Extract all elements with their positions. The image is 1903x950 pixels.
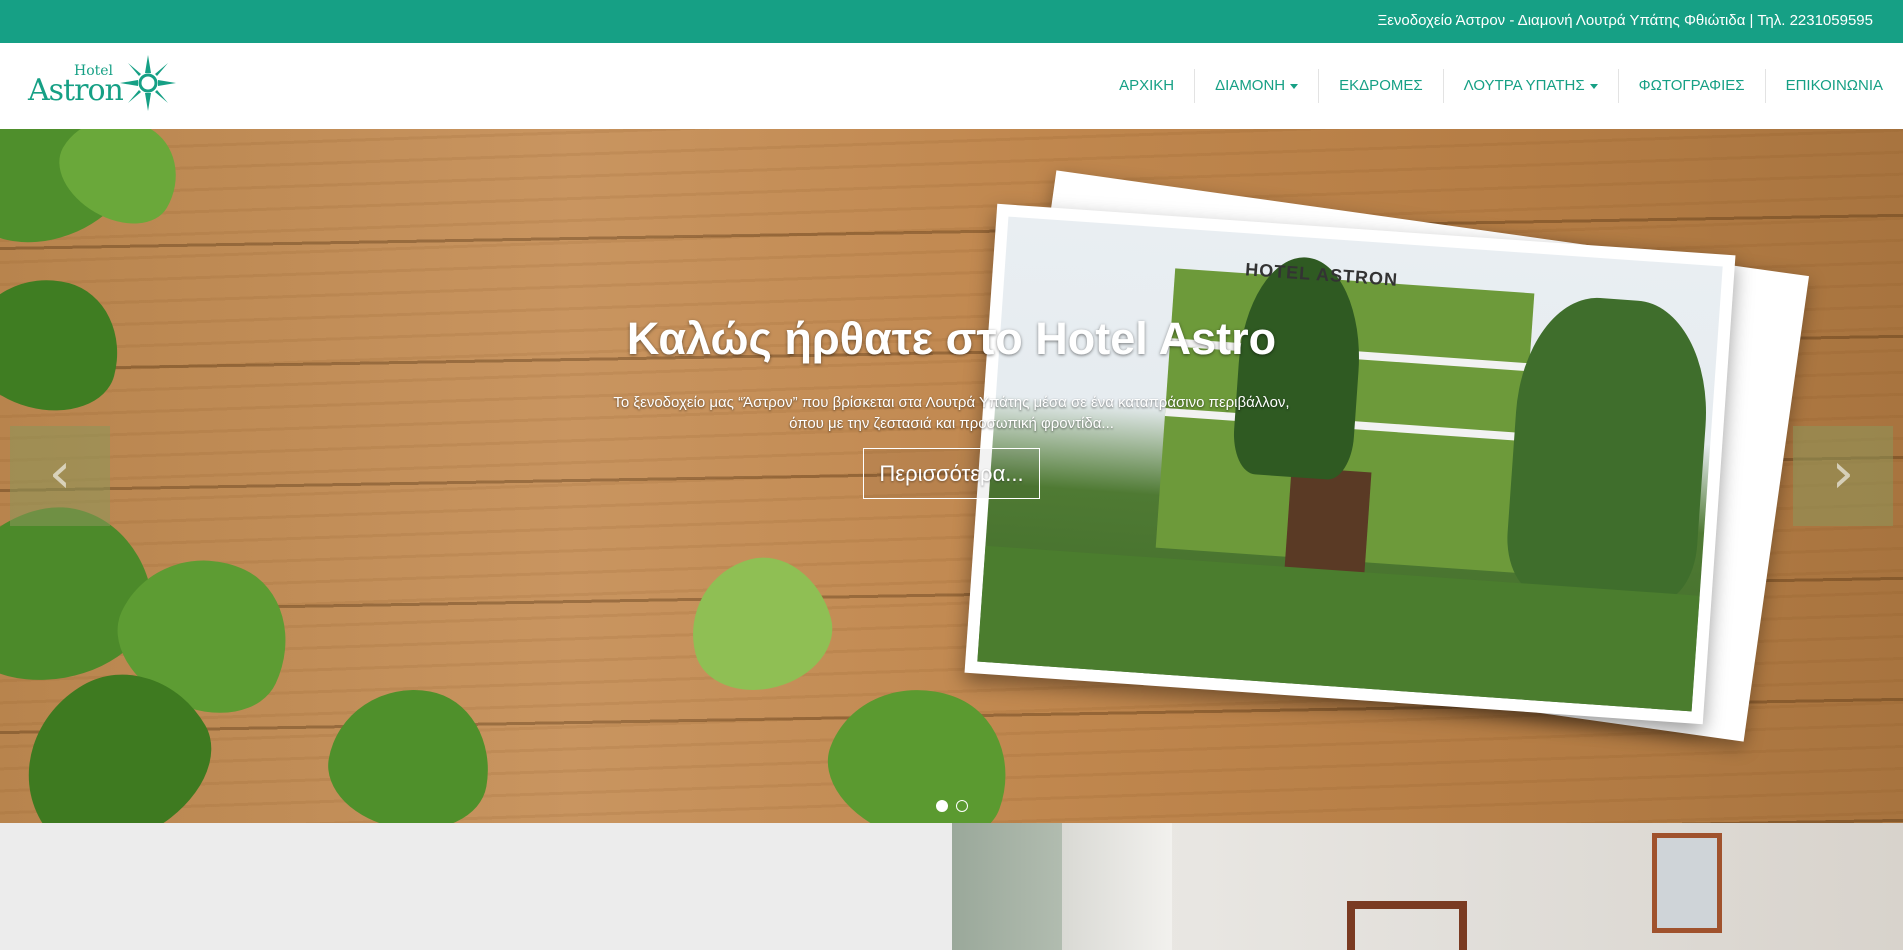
nav-item-contact[interactable]: ΕΠΙΚΟΙΝΩΝΙΑ [1764, 69, 1903, 103]
main-navbar: Hotel Astron ΑΡΧΙΚΗ ΔΙΑΜΟΝΗ ΕΚΔΡΟΜΕΣ ΛΟΥ… [0, 43, 1903, 129]
hero-title: Καλώς ήρθατε στο Hotel Astro [626, 313, 1277, 364]
nav-label: ΑΡΧΙΚΗ [1119, 77, 1175, 94]
carousel-next-button[interactable]: › [1793, 426, 1893, 526]
more-button[interactable]: Περισσότερα... [863, 448, 1040, 499]
nav-item-ypati-baths[interactable]: ΛΟΥΤΡΑ ΥΠΑΤΗΣ [1442, 69, 1618, 103]
mirror-frame [1347, 901, 1467, 950]
room-photo [952, 823, 1903, 950]
hero-carousel: HOTEL ASTRON Καλώς ήρθατε στο Hotel Astr… [0, 129, 1903, 823]
main-menu: ΑΡΧΙΚΗ ΔΙΑΜΟΝΗ ΕΚΔΡΟΜΕΣ ΛΟΥΤΡΑ ΥΠΑΤΗΣ ΦΩ… [1099, 43, 1903, 129]
hotel-photo: HOTEL ASTRON [964, 203, 1736, 725]
intro-section-left [0, 823, 952, 950]
nav-label: ΛΟΥΤΡΑ ΥΠΑΤΗΣ [1463, 77, 1585, 94]
sun-star-icon [120, 55, 176, 111]
hero-subtitle-line: Το ξενοδοχείο μας “Άστρον” που βρίσκεται… [613, 394, 1290, 411]
carousel-indicators [936, 800, 968, 812]
nav-item-stay[interactable]: ΔΙΑΜΟΝΗ [1194, 69, 1318, 103]
chevron-right-icon: › [1831, 441, 1855, 506]
nav-item-excursions[interactable]: ΕΚΔΡΟΜΕΣ [1318, 69, 1442, 103]
nav-item-photos[interactable]: ΦΩΤΟΓΡΑΦΙΕΣ [1617, 69, 1765, 103]
hero-subtitle-line: όπου με την ζεστασιά και προσωπική φροντ… [789, 415, 1114, 432]
wall-picture [1652, 833, 1722, 933]
nav-label: ΔΙΑΜΟΝΗ [1215, 77, 1286, 94]
hero-subtitle: Το ξενοδοχείο μας “Άστρον” που βρίσκεται… [600, 392, 1303, 434]
ivy-leaf [319, 676, 501, 823]
caret-down-icon [1589, 83, 1598, 89]
chevron-left-icon: ‹ [48, 441, 72, 506]
window-frame [1062, 823, 1172, 950]
ivy-leaf [675, 543, 845, 705]
carousel-dot-2[interactable] [956, 800, 968, 812]
nav-item-home[interactable]: ΑΡΧΙΚΗ [1099, 69, 1194, 103]
top-info-bar: Ξενοδοχείο Άστρον - Διαμονή Λουτρά Υπάτη… [0, 0, 1903, 43]
caret-down-icon [1290, 83, 1299, 89]
contact-info: Ξενοδοχείο Άστρον - Διαμονή Λουτρά Υπάτη… [1377, 12, 1873, 29]
ivy-leaf [809, 662, 1031, 823]
nav-label: ΕΠΙΚΟΙΝΩΝΙΑ [1785, 77, 1883, 94]
nav-label: ΕΚΔΡΟΜΕΣ [1339, 77, 1423, 94]
site-logo[interactable]: Hotel Astron [28, 53, 176, 115]
hotel-building-image: HOTEL ASTRON [977, 216, 1723, 712]
logo-astron-text: Astron [28, 73, 124, 108]
carousel-prev-button[interactable]: ‹ [10, 426, 110, 526]
nav-label: ΦΩΤΟΓΡΑΦΙΕΣ [1638, 77, 1745, 94]
carousel-dot-1[interactable] [936, 800, 948, 812]
